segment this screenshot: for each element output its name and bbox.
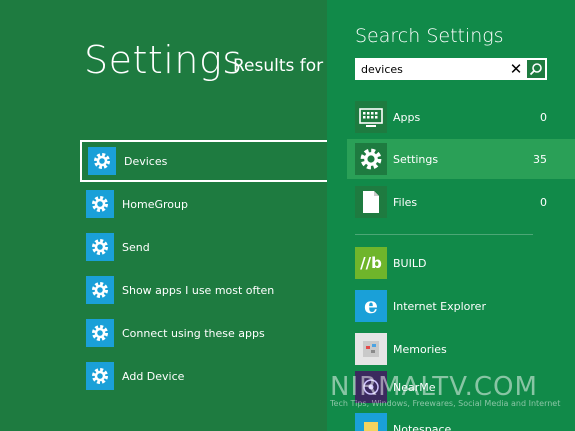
scope-apps[interactable]: Apps 0 [355,97,575,137]
result-label: HomeGroup [122,197,188,211]
memories-icon [355,333,387,365]
app-label: Notespace [393,422,452,431]
scope-label: Apps [393,110,421,124]
divider [355,234,533,235]
app-label: BUILD [393,256,427,270]
result-item-homegroup[interactable]: HomeGroup [80,183,327,225]
search-input[interactable] [355,62,500,76]
search-pane: Search Settings ✕ Apps 0 Settings 35 Fil… [327,0,575,431]
gear-icon [86,276,114,304]
result-label: Add Device [122,369,185,383]
result-label: Connect using these apps [122,326,265,340]
app-label: Memories [393,342,447,356]
results-for-label: Results for “ [233,56,327,76]
watermark: NIRMALTV.COM Tech Tips, Windows, Freewar… [330,372,560,408]
scope-settings[interactable]: Settings 35 [347,139,575,179]
scope-label: Settings [393,152,439,166]
app-internet-explorer[interactable]: e Internet Explorer [355,289,575,323]
gear-icon [86,190,114,218]
search-button[interactable] [525,58,547,80]
app-notespace[interactable]: Notespace [355,412,575,431]
watermark-main: NIRMALTV.COM [330,372,538,402]
scope-count: 0 [540,195,547,209]
search-icon [529,63,542,76]
results-panel: Settings Results for “ Devices HomeGroup… [0,0,327,431]
gear-icon [86,362,114,390]
app-label: Internet Explorer [393,299,486,313]
result-item-devices[interactable]: Devices [80,140,327,182]
scope-label: Files [393,195,418,209]
gear-icon [88,147,116,175]
close-icon: ✕ [509,60,523,78]
search-pane-title: Search Settings [355,25,504,47]
gear-icon [355,143,387,175]
app-build[interactable]: //b BUILD [355,246,575,280]
result-item-add-device[interactable]: Add Device [80,355,327,397]
search-box: ✕ [355,58,547,80]
result-label: Devices [124,154,168,168]
scope-count: 35 [533,152,547,166]
result-item-show-apps[interactable]: Show apps I use most often [80,269,327,311]
internet-explorer-icon: e [355,290,387,322]
result-label: Send [122,240,150,254]
file-icon [355,186,387,218]
gear-icon [86,233,114,261]
result-item-send[interactable]: Send [80,226,327,268]
clear-search-button[interactable]: ✕ [507,58,525,80]
result-label: Show apps I use most often [122,283,275,297]
result-item-connect-apps[interactable]: Connect using these apps [80,312,327,354]
notespace-icon [355,413,387,431]
watermark-sub: Tech Tips, Windows, Freewares, Social Me… [330,399,561,408]
keyboard-icon [355,101,387,133]
gear-icon [86,319,114,347]
scope-count: 0 [540,110,547,124]
scope-files[interactable]: Files 0 [355,182,575,222]
page-title: Settings [84,38,243,82]
app-memories[interactable]: Memories [355,332,575,366]
build-icon: //b [355,247,387,279]
